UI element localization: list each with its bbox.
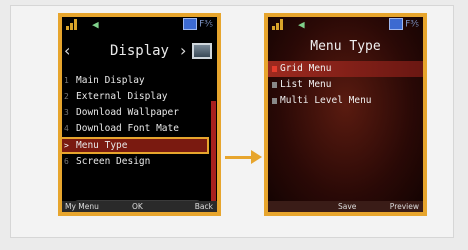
battery-label: F⅗	[405, 19, 419, 30]
transition-arrow	[225, 156, 253, 159]
menu-item-download-wallpaper[interactable]: 3 Download Wallpaper	[62, 105, 209, 121]
item-number: 4	[64, 124, 69, 133]
battery-label: F⅗	[199, 19, 213, 30]
screen-title: Menu Type	[310, 39, 381, 54]
menu-item-main-display[interactable]: 1 Main Display	[62, 73, 209, 89]
option-label: Multi Level Menu	[280, 95, 372, 106]
softkey-save[interactable]: Save	[338, 201, 356, 212]
menu-item-menu-type[interactable]: > Menu Type	[62, 137, 209, 154]
menu-item-download-font-mate[interactable]: 4 Download Font Mate	[62, 121, 209, 137]
bullet-icon	[272, 98, 277, 104]
softkey-my-menu[interactable]: My Menu	[65, 201, 99, 212]
item-label: Screen Design	[76, 156, 151, 167]
battery-indicator: F⅗	[183, 18, 213, 30]
status-bar: ◀ F⅗	[268, 17, 423, 33]
option-label: List Menu	[280, 79, 332, 90]
item-label: Menu Type	[76, 140, 128, 151]
softkey-preview[interactable]: Preview	[390, 201, 419, 212]
monitor-icon	[192, 43, 212, 59]
display-settings-screen: ◀ F⅗ ‹ Display › 1 Main Display 2 External…	[58, 13, 221, 216]
item-label: External Display	[76, 91, 168, 102]
softkey-bar: My Menu OK Back	[62, 201, 217, 212]
option-list-menu[interactable]: List Menu	[268, 77, 423, 93]
softkey-bar: Save Preview	[268, 201, 423, 212]
menu-type-screen: ◀ F⅗ Menu Type Grid Menu List Menu Multi…	[264, 13, 427, 216]
bullet-icon	[272, 82, 277, 88]
selection-caret: >	[64, 141, 69, 150]
signal-strength-icon	[272, 19, 284, 30]
option-multi-level-menu[interactable]: Multi Level Menu	[268, 93, 423, 109]
speaker-icon: ◀	[92, 18, 99, 31]
bullet-icon	[272, 66, 277, 72]
item-number: 2	[64, 92, 69, 101]
illustration-frame: ◀ F⅗ ‹ Display › 1 Main Display 2 External…	[10, 5, 454, 238]
speaker-icon: ◀	[298, 18, 305, 31]
item-number: 6	[64, 157, 69, 166]
signal-strength-icon	[66, 19, 78, 30]
option-grid-menu[interactable]: Grid Menu	[268, 61, 423, 77]
item-label: Download Wallpaper	[76, 107, 179, 118]
item-label: Download Font Mate	[76, 123, 179, 134]
battery-icon	[389, 18, 404, 30]
display-menu-list: 1 Main Display 2 External Display 3 Downloa…	[62, 73, 209, 170]
status-bar: ◀ F⅗	[62, 17, 217, 33]
chevron-right-icon[interactable]: ›	[180, 41, 186, 60]
option-label: Grid Menu	[280, 63, 332, 74]
softkey-back[interactable]: Back	[195, 201, 213, 212]
softkey-ok[interactable]: OK	[132, 201, 143, 212]
battery-indicator: F⅗	[389, 18, 419, 30]
menu-item-external-display[interactable]: 2 External Display	[62, 89, 209, 105]
item-number: 1	[64, 76, 69, 85]
menu-item-screen-design[interactable]: 6 Screen Design	[62, 154, 209, 170]
item-label: Main Display	[76, 75, 145, 86]
arrow-right-icon	[251, 150, 262, 164]
battery-icon	[183, 18, 198, 30]
menu-type-options: Grid Menu List Menu Multi Level Menu	[268, 61, 423, 109]
item-number: 3	[64, 108, 69, 117]
scrollbar[interactable]	[211, 101, 216, 211]
